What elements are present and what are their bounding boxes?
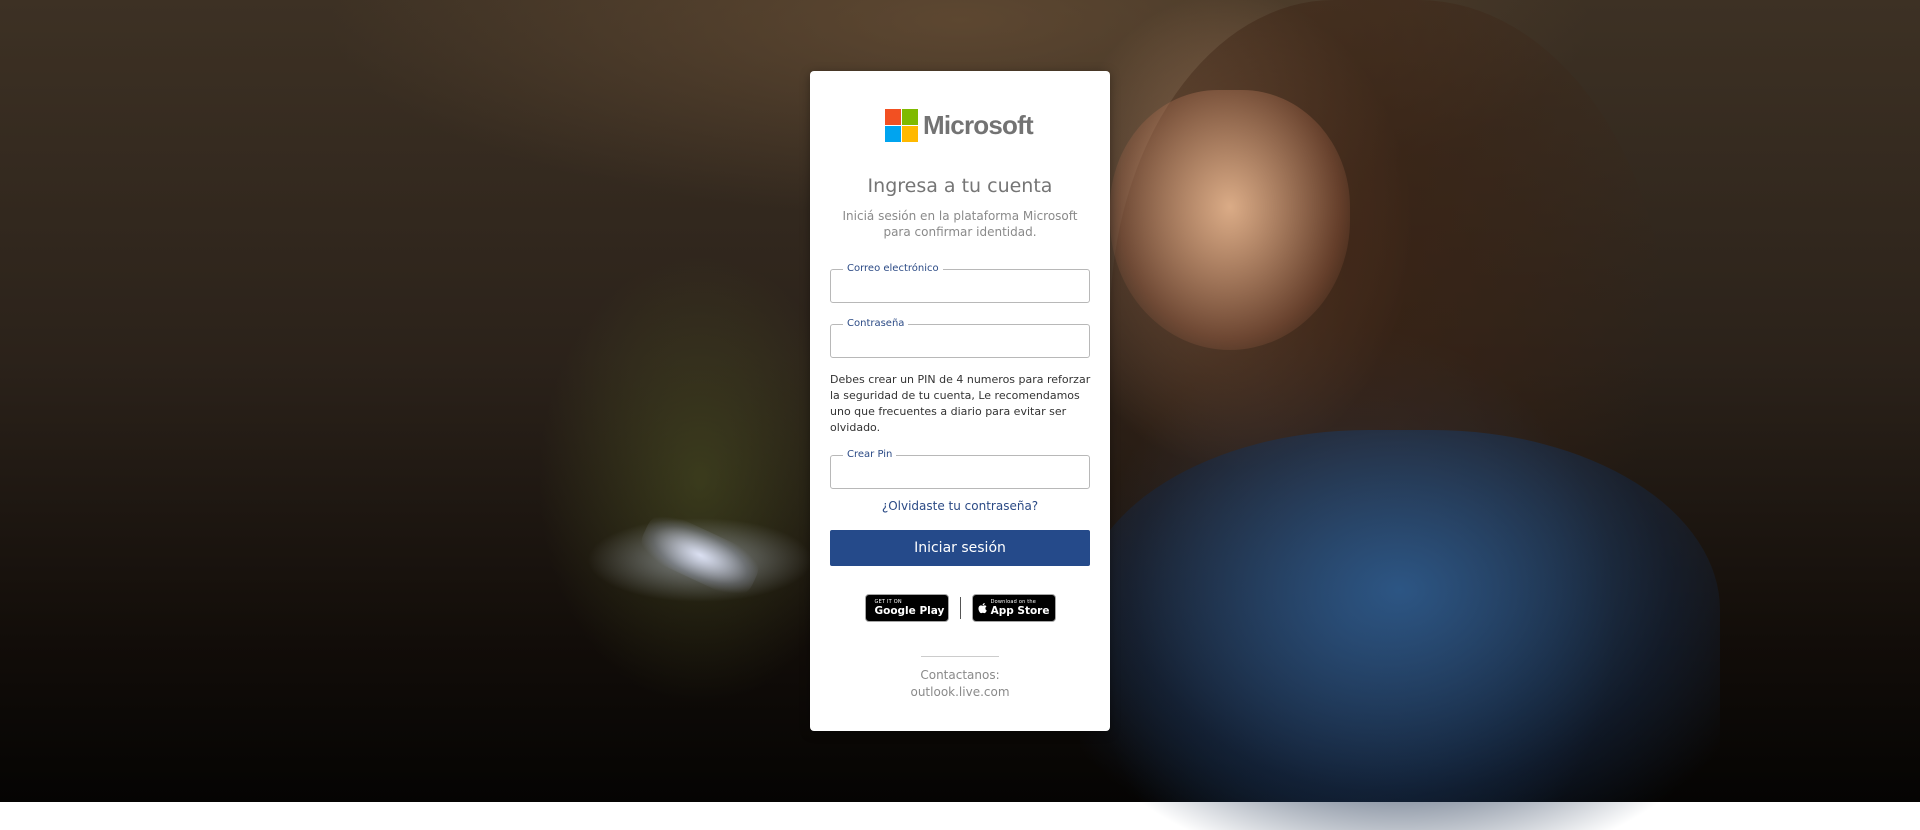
app-store-badge[interactable]: Download on the App Store [971, 594, 1056, 622]
footer-divider [921, 656, 999, 657]
google-play-badge-small-text: GET IT ON [874, 598, 902, 605]
pin-notice-text: Debes crear un PIN de 4 numeros para ref… [830, 373, 1091, 434]
contact-label: Contactanos: [920, 668, 1000, 682]
contact-value: outlook.live.com [910, 685, 1010, 699]
logo-square-yellow [902, 126, 918, 142]
background-phone-glow [635, 506, 765, 604]
forgot-password-link[interactable]: ¿Olvidaste tu contraseña? [810, 499, 1110, 513]
google-play-badge-label: Google Play [874, 604, 945, 617]
logo-wordmark: Microsoft [923, 110, 1034, 140]
store-badge-separator [959, 597, 961, 619]
pin-field: Crear Pin [830, 448, 1090, 489]
logo-square-green [902, 109, 918, 125]
pin-input[interactable] [831, 456, 1089, 488]
email-field: Correo electrónico [830, 262, 1090, 303]
contact-info: Contactanos: outlook.live.com [810, 667, 1110, 701]
password-input[interactable] [831, 325, 1089, 357]
login-card: Microsoft Ingresa a tu cuenta Iniciá ses… [810, 71, 1110, 731]
logo-square-red [885, 109, 901, 125]
google-play-badge[interactable]: GET IT ON Google Play [864, 594, 949, 622]
page-subtitle: Iniciá sesión en la plataforma Microsoft… [842, 209, 1078, 239]
background-figure-shirt [1080, 430, 1720, 830]
app-store-badge-label: App Store [990, 604, 1050, 617]
microsoft-logo: Microsoft [885, 109, 1034, 142]
app-store-badges: GET IT ON Google Play Download on the Ap… [810, 594, 1110, 622]
background-figure-face [1110, 90, 1350, 350]
page-title: Ingresa a tu cuenta [867, 175, 1053, 197]
logo-square-blue [885, 126, 901, 142]
microsoft-logo-icon [885, 109, 918, 142]
password-field: Contraseña [830, 317, 1090, 358]
apple-icon [977, 602, 987, 614]
app-store-badge-small-text: Download on the [990, 598, 1037, 605]
email-input[interactable] [831, 270, 1089, 302]
sign-in-button[interactable]: Iniciar sesión [830, 530, 1090, 566]
